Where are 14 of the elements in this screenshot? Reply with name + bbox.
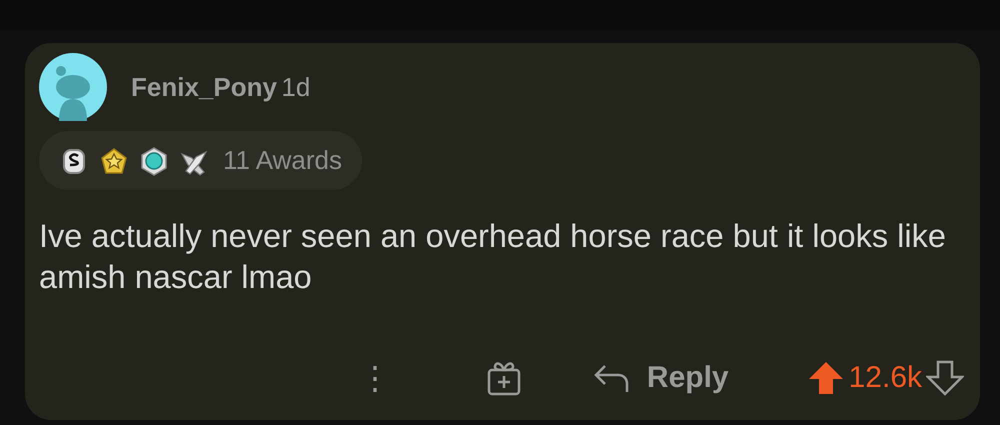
gem-award-icon <box>139 146 169 176</box>
comment-text: Ive actually never seen an overhead horse race but it looks like amish nascar lmao <box>39 217 947 297</box>
vote-score: 12.6k <box>848 360 923 396</box>
reply-icon <box>592 362 631 392</box>
more-button[interactable]: ⋮ <box>350 362 399 394</box>
reply-button[interactable]: Reply <box>592 355 729 400</box>
star-award-icon <box>99 146 129 176</box>
downvote-button[interactable] <box>926 360 964 396</box>
awards-count: 11 Awards <box>223 144 342 177</box>
comment-age: 1d <box>281 72 310 102</box>
username[interactable]: Fenix_Pony <box>131 72 277 102</box>
awards-badge[interactable]: 11 Awards <box>39 131 362 190</box>
avatar <box>39 53 107 121</box>
upvote-button[interactable] <box>806 360 845 396</box>
